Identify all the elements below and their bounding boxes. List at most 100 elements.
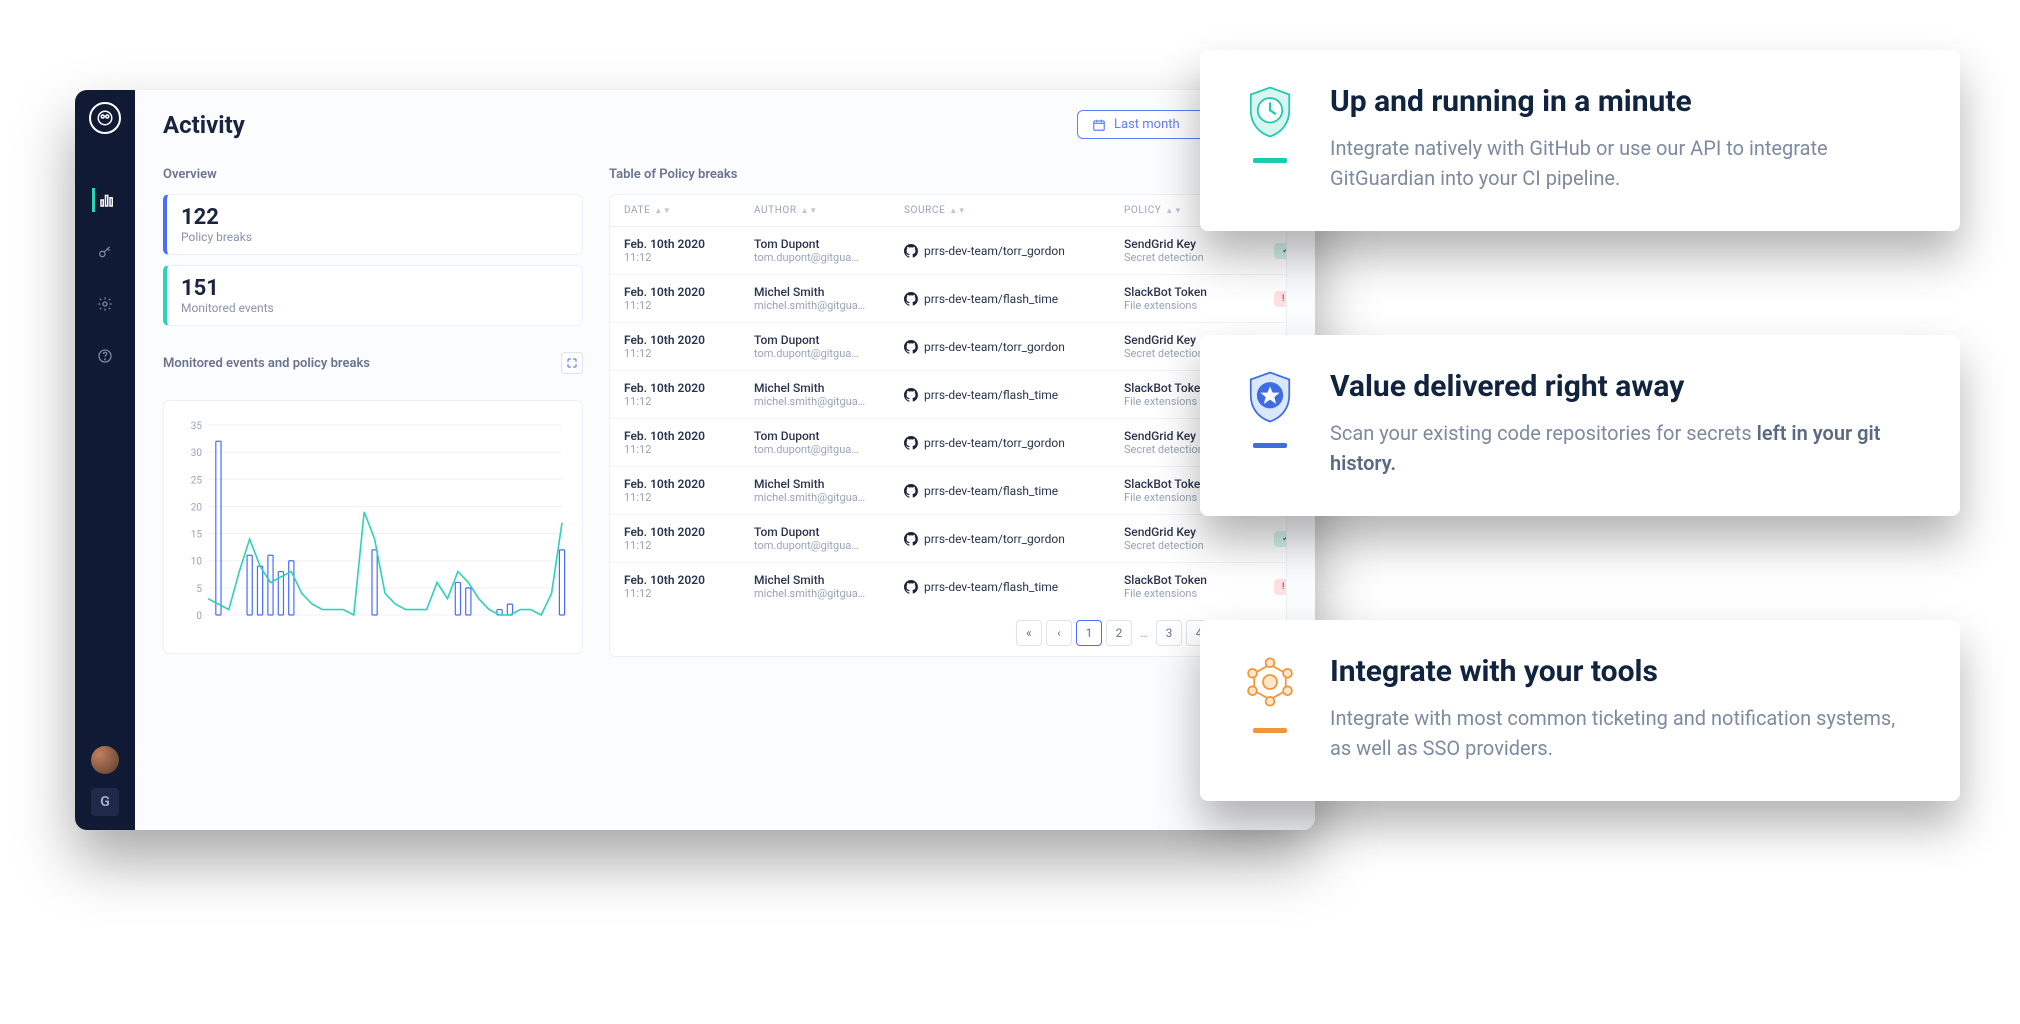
stat-value: 122 [181,205,568,230]
table-row[interactable]: Feb. 10th 202011:12 Michel Smithmichel.sm… [610,275,1286,323]
table-header: DATE ▲▼AUTHOR ▲▼SOURCE ▲▼POLICY ▲▼STATUS… [610,195,1286,227]
cell-author: Tom Duponttom.dupont@gitgua… [754,333,894,360]
table-row[interactable]: Feb. 10th 202011:12 Tom Duponttom.dupont@… [610,227,1286,275]
feature-card-setup: Up and running in a minute Integrate nat… [1200,50,1960,231]
feature-body: Scan your existing code repositories for… [1330,418,1920,478]
pagination-button[interactable]: « [1016,620,1042,646]
github-icon [904,340,918,354]
feature-underline [1253,443,1287,448]
cell-date: Feb. 10th 202011:12 [624,477,744,504]
cell-policy: SendGrid KeySecret detection [1124,237,1264,264]
table-row[interactable]: Feb. 10th 202011:12Tom Duponttom.dupont@… [610,419,1286,467]
nav-help-icon[interactable] [93,344,117,368]
cell-source: prrs-dev-team/flash_time [904,580,1114,594]
cell-source: prrs-dev-team/flash_time [904,292,1114,306]
svg-text:25: 25 [191,475,203,486]
pagination-button[interactable]: 2 [1106,620,1132,646]
cell-author: Michel Smithmichel.smith@gitgua… [754,477,894,504]
cell-source: prrs-dev-team/torr_gordon [904,532,1114,546]
user-avatar[interactable] [91,746,119,774]
cell-source: prrs-dev-team/flash_time [904,388,1114,402]
pagination-button[interactable]: 1 [1076,620,1102,646]
chart-card: 0 5 10 15 20 25 30 35 [163,400,583,654]
svg-text:30: 30 [191,448,203,459]
cell-author: Michel Smithmichel.smith@gitgua… [754,285,894,312]
stat-monitored-events[interactable]: 151 Monitored events [163,265,583,326]
feature-underline [1253,728,1287,733]
cell-date: Feb. 10th 202011:12 [624,573,744,600]
github-icon [904,436,918,450]
sidebar: G [75,90,135,830]
github-icon [904,292,918,306]
pagination-ellipsis: … [1136,626,1152,640]
cell-status: ! TRIGGERED [1274,578,1287,595]
star-shield-icon [1242,369,1298,425]
github-icon [904,388,918,402]
cell-source: prrs-dev-team/flash_time [904,484,1114,498]
stat-label: Policy breaks [181,230,568,244]
chart-title: Monitored events and policy breaks [163,356,370,371]
cell-date: Feb. 10th 202011:12 [624,237,744,264]
cell-source: prrs-dev-team/torr_gordon [904,436,1114,450]
table-row[interactable]: Feb. 10th 202011:12 Michel Smithmichel.sm… [610,467,1286,515]
nav-key-icon[interactable] [93,240,117,264]
feature-title: Integrate with your tools [1330,654,1920,689]
dashboard-window: G Activity Last month Overview 122 Po [75,90,1315,830]
cell-status: ✓ RESOLVED [1274,242,1287,259]
svg-text:35: 35 [191,421,203,432]
expand-chart-button[interactable] [561,352,583,374]
nav-settings-icon[interactable] [93,292,117,316]
table-row[interactable]: Feb. 10th 202011:12 Michel Smithmichel.sm… [610,371,1286,419]
svg-text:5: 5 [196,584,202,595]
cell-date: Feb. 10th 202011:12 [624,381,744,408]
feature-underline [1253,158,1287,163]
cell-source: prrs-dev-team/torr_gordon [904,340,1114,354]
main-content: Activity Last month Overview 122 Policy … [135,90,1315,830]
nav-activity-icon[interactable] [92,188,116,212]
stat-label: Monitored events [181,301,568,315]
period-label: Last month [1114,117,1180,132]
cell-author: Michel Smithmichel.smith@gitgua… [754,573,894,600]
org-switcher[interactable]: G [91,788,119,816]
cell-date: Feb. 10th 202011:12 [624,525,744,552]
policy-breaks-table: DATE ▲▼AUTHOR ▲▼SOURCE ▲▼POLICY ▲▼STATUS… [609,194,1287,657]
table-row[interactable]: Feb. 10th 202011:12 Tom Duponttom.dupont@… [610,515,1286,563]
github-icon [904,580,918,594]
cell-date: Feb. 10th 202011:12 [624,285,744,312]
stat-policy-breaks[interactable]: 122 Policy breaks [163,194,583,255]
clock-shield-icon [1242,84,1298,140]
pagination-button[interactable]: 3 [1156,620,1182,646]
cell-author: Michel Smithmichel.smith@gitgua… [754,381,894,408]
table-row[interactable]: Feb. 10th 202011:12 Michel Smithmichel.sm… [610,563,1286,610]
github-icon [904,532,918,546]
cell-author: Tom Duponttom.dupont@gitgua… [754,237,894,264]
pagination: «‹12…34›» [610,610,1286,656]
column-header[interactable]: DATE ▲▼ [624,205,744,216]
feature-card-integrate: Integrate with your tools Integrate with… [1200,620,1960,801]
overview-title: Overview [163,167,583,182]
calendar-icon [1092,118,1106,132]
svg-text:15: 15 [191,530,203,541]
feature-title: Up and running in a minute [1330,84,1920,119]
svg-text:20: 20 [191,502,203,513]
cell-author: Tom Duponttom.dupont@gitgua… [754,525,894,552]
column-header[interactable]: SOURCE ▲▼ [904,205,1114,216]
cell-policy: SendGrid KeySecret detection [1124,525,1264,552]
table-title: Table of Policy breaks [609,167,1287,182]
github-icon [904,244,918,258]
column-header[interactable]: AUTHOR ▲▼ [754,205,894,216]
cell-date: Feb. 10th 202011:12 [624,333,744,360]
feature-card-value: Value delivered right away Scan your exi… [1200,335,1960,516]
integration-icon [1242,654,1298,710]
svg-text:0: 0 [196,611,202,622]
feature-body: Integrate natively with GitHub or use ou… [1330,133,1920,193]
svg-text:10: 10 [191,557,203,568]
cell-policy: SlackBot TokenFile extensions [1124,573,1264,600]
chart-title-row: Monitored events and policy breaks [163,352,583,374]
pagination-button[interactable]: ‹ [1046,620,1072,646]
page-title: Activity [163,111,245,139]
events-chart: 0 5 10 15 20 25 30 35 [178,415,568,635]
cell-status: ✓ RESOLVED [1274,530,1287,547]
table-row[interactable]: Feb. 10th 202011:12 Tom Duponttom.dupont@… [610,323,1286,371]
app-logo[interactable] [89,102,121,134]
